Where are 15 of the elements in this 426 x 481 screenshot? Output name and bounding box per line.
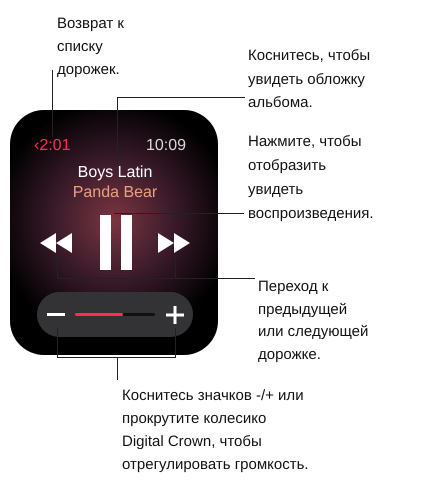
fast-forward-icon[interactable] xyxy=(158,233,190,253)
callout-text: Коснитесь значков -/+ или прокрутите колесико Digital Crown, чтобы отрегулировать громкость. xyxy=(122,386,309,475)
callout-text: Возврат к списку дорожек. xyxy=(57,14,124,80)
callout-text: Нажмите, чтобы отобразить увидеть воспроизведения. xyxy=(248,132,374,224)
clock-time: 10:09 xyxy=(146,137,186,155)
leader-line xyxy=(52,70,53,138)
pause-icon[interactable] xyxy=(100,215,132,270)
rewind-icon[interactable] xyxy=(40,233,72,253)
back-button[interactable]: ‹2:01 xyxy=(34,137,70,155)
plus-icon[interactable] xyxy=(166,306,184,324)
callout-text: Переход к предыдущей или следующей дорожке. xyxy=(258,277,368,364)
song-title: Boys Latin xyxy=(76,163,154,182)
volume-track[interactable] xyxy=(75,313,155,316)
artist-name[interactable]: Panda Bear xyxy=(15,183,215,202)
callout-text: Коснитесь, чтобы увидеть обложку альбома. xyxy=(248,46,370,113)
